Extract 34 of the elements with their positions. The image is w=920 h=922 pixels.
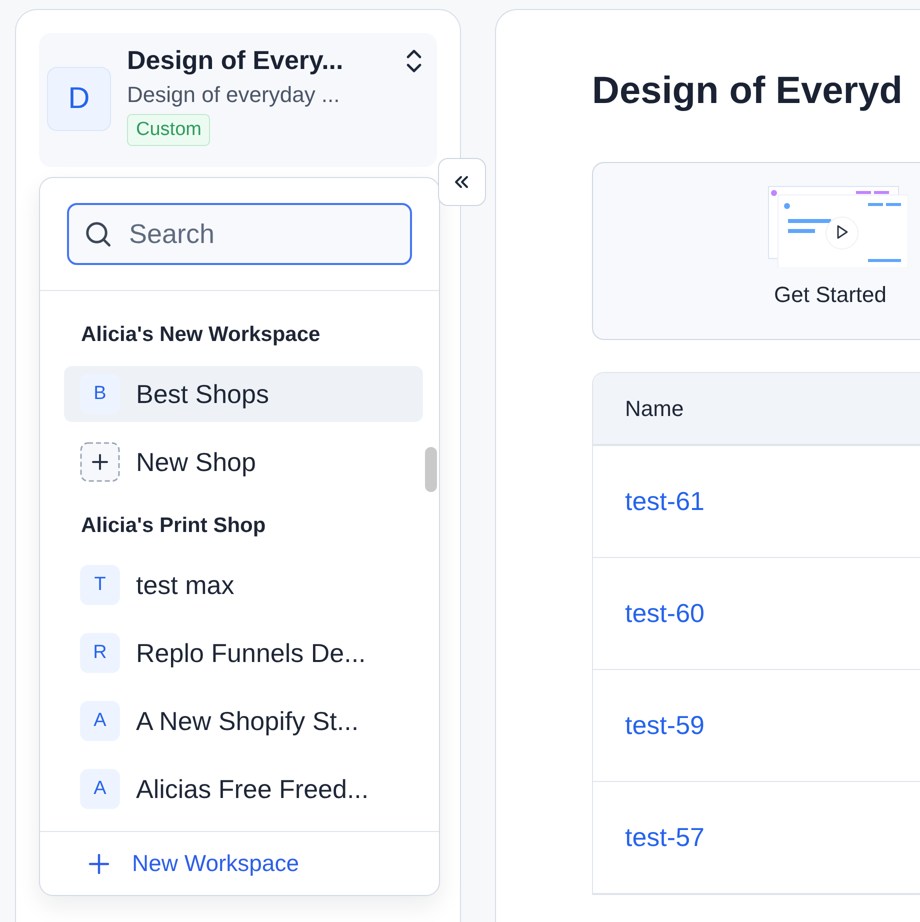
shop-item[interactable]: A A New Shopify St... [64,693,423,749]
column-header: Name [593,373,920,446]
new-shop-item[interactable]: New Shop [64,434,423,490]
shop-link[interactable]: test-61 [625,486,704,517]
page-title: Design of Everyd [592,70,904,114]
shop-link[interactable]: test-60 [625,598,704,629]
shop-avatar: A [80,769,120,809]
plus-icon [80,442,120,482]
workspace-title: Design of Every... [127,45,344,76]
new-workspace-button[interactable]: New Workspace [40,831,439,895]
workspace-switcher[interactable]: D Design of Every... Design of everyday ... Custom [39,33,437,167]
plus-icon [88,852,110,874]
collapse-sidebar-button[interactable] [438,158,486,206]
plan-badge: Custom [127,114,210,146]
workspace-group-heading: Alicia's Print Shop [80,513,267,539]
workspace-group-heading: Alicia's New Workspace [80,322,322,348]
scrollbar-thumb[interactable] [425,447,437,492]
workspace-subtitle: Design of everyday ... [127,82,341,108]
get-started-label: Get Started [774,282,887,308]
shop-avatar: A [80,701,120,741]
shop-avatar: B [80,374,120,414]
shop-item[interactable]: R Replo Funnels De... [64,625,423,681]
search-icon [83,219,113,249]
get-started-card[interactable]: Get Started [592,162,920,340]
shop-item[interactable]: T test max [64,557,423,613]
shop-item[interactable]: A Alicias Free Freed... [64,761,423,817]
shop-item[interactable]: B Best Shops [64,366,423,422]
shop-link[interactable]: test-57 [625,822,704,853]
shop-avatar: T [80,565,120,605]
video-tutorial-icon [768,186,908,268]
shop-avatar: R [80,633,120,673]
search-field[interactable]: Search [67,203,412,265]
workspace-avatar: D [47,67,111,131]
shop-link[interactable]: test-59 [625,710,704,741]
